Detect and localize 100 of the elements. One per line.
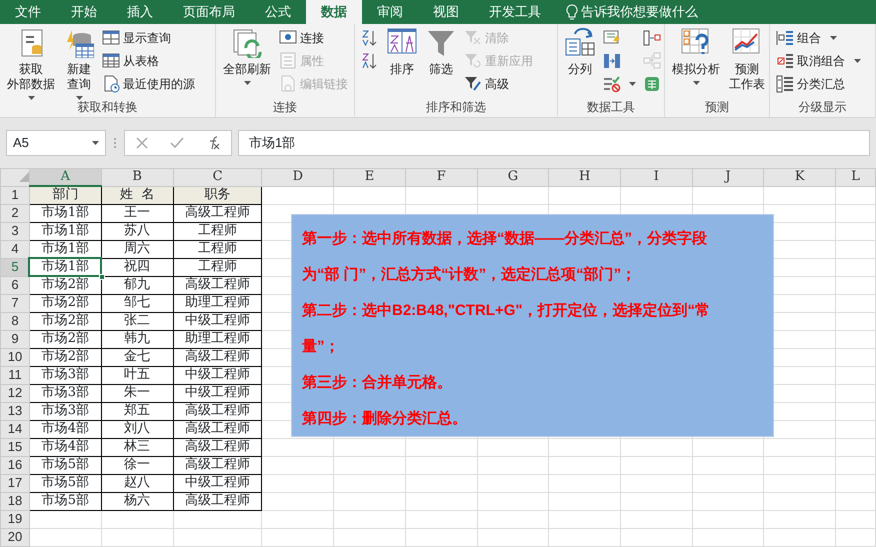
group-icon <box>776 28 794 46</box>
table-cell: 市场2部 <box>29 276 102 294</box>
row-header[interactable]: 4 <box>0 240 30 258</box>
ribbon-button[interactable]: 预测 工作表 <box>726 26 768 94</box>
table-cell: 市场2部 <box>29 330 102 348</box>
table-cell: 中级工程师 <box>173 474 262 492</box>
table-cell: 市场5部 <box>29 492 102 510</box>
row-header[interactable]: 5 <box>0 258 30 276</box>
column-header[interactable]: A <box>29 168 102 186</box>
ribbon-tab[interactable]: 审阅 <box>362 0 418 24</box>
ribbon-tab[interactable]: 视图 <box>418 0 474 24</box>
ribbon-tab[interactable]: 插入 <box>112 0 168 24</box>
group-label: 获取和转换 <box>76 99 138 116</box>
ribbon-button[interactable]: 从表格 <box>100 49 197 72</box>
lightbulb-icon <box>566 4 578 20</box>
ribbon-tab[interactable]: 开始 <box>56 0 112 24</box>
column-header[interactable]: E <box>334 168 406 186</box>
ribbon-tab[interactable]: 页面布局 <box>168 0 250 24</box>
ribbon-button[interactable]: 分类汇总 <box>774 72 863 95</box>
row-header[interactable]: 17 <box>0 474 30 492</box>
column-header[interactable]: B <box>101 168 174 186</box>
check-icon <box>170 137 184 149</box>
table-cell: 市场3部 <box>29 384 102 402</box>
row-header[interactable]: 10 <box>0 348 30 366</box>
search-field[interactable]: 告诉我你想要做什么 <box>581 2 698 22</box>
row-header[interactable]: 15 <box>0 438 30 456</box>
row-header[interactable]: 9 <box>0 330 30 348</box>
ribbon-button[interactable]: 分列 <box>562 26 598 79</box>
table-cell: 张二 <box>101 312 174 330</box>
ribbon-button[interactable]: 高级 <box>462 72 535 95</box>
instruction-text: 第二步：选中B2:B48,"CTRL+G"，打开定位，选择定位到“常量”； <box>302 301 711 357</box>
ribbon-button[interactable]: 最近使用的源 <box>100 72 197 95</box>
sort-descending-icon <box>361 52 379 70</box>
ribbon-button[interactable]: 模拟分析 <box>669 26 723 87</box>
ribbon-tab[interactable]: 公式 <box>250 0 306 24</box>
table-cell: 中级工程师 <box>173 384 262 402</box>
validation-icon <box>603 74 621 92</box>
ribbon-tab[interactable]: 数据 <box>306 0 362 24</box>
instruction-text: 第一步：选中所有数据，选择“数据——分类汇总”，分类字段为“部 门”，汇总方式“计数”，选定汇总项“部门”； <box>302 229 708 285</box>
table-cell: 市场5部 <box>29 474 102 492</box>
column-header[interactable]: D <box>262 168 334 186</box>
table-icon <box>102 52 120 70</box>
row-header[interactable]: 11 <box>0 366 30 384</box>
column-header[interactable]: H <box>548 168 620 186</box>
ribbon-tab[interactable]: 开发工具 <box>474 0 556 24</box>
name-box[interactable]: A5 <box>6 130 106 156</box>
row-header[interactable]: 16 <box>0 456 30 474</box>
row-header[interactable]: 2 <box>0 204 30 222</box>
group-label: 排序和筛选 <box>425 99 487 116</box>
row-header[interactable]: 18 <box>0 492 30 510</box>
table-cell: 市场3部 <box>29 366 102 384</box>
select-all-icon <box>18 172 29 182</box>
table-cell: 徐一 <box>101 456 174 474</box>
table-cell: 高级工程师 <box>173 402 262 420</box>
table-cell: 金七 <box>101 348 174 366</box>
table-cell: 工程师 <box>173 222 262 240</box>
table-cell: 杨六 <box>101 492 174 510</box>
row-header[interactable]: 12 <box>0 384 30 402</box>
fill-handle[interactable] <box>98 274 105 280</box>
table-cell: 刘八 <box>101 420 174 438</box>
column-header[interactable]: I <box>620 168 692 186</box>
column-header[interactable]: G <box>477 168 549 186</box>
ribbon-button[interactable]: 组合 <box>774 26 863 49</box>
row-header[interactable]: 8 <box>0 312 30 330</box>
table-cell: 高级工程师 <box>173 492 262 510</box>
ribbon-button[interactable]: 筛选 <box>423 26 459 79</box>
table-cell: 高级工程师 <box>173 348 262 366</box>
table-cell: 高级工程师 <box>173 276 262 294</box>
row-header[interactable]: 20 <box>0 528 30 546</box>
column-header[interactable]: C <box>173 168 262 186</box>
column-header[interactable]: F <box>405 168 478 186</box>
row-header[interactable]: 3 <box>0 222 30 240</box>
reapply-filter-icon <box>464 52 482 70</box>
subtotal-icon <box>776 74 794 92</box>
table-cell: 市场4部 <box>29 420 102 438</box>
row-header[interactable]: 6 <box>0 276 30 294</box>
group-label: 数据工具 <box>586 99 636 116</box>
formula-field[interactable]: 市场1部 <box>238 130 870 156</box>
row-header[interactable]: 14 <box>0 420 30 438</box>
ribbon-button[interactable]: 新建 查询 <box>61 26 97 102</box>
ribbon-button[interactable]: 取消组合 <box>774 49 863 72</box>
ribbon-button[interactable]: 获取 外部数据 <box>4 26 58 102</box>
row-header[interactable]: 1 <box>0 186 30 204</box>
row-header[interactable]: 13 <box>0 402 30 420</box>
table-icon <box>102 28 120 46</box>
table-cell: 中级工程师 <box>173 366 262 384</box>
data-model-icon <box>643 74 661 92</box>
row-header[interactable]: 19 <box>0 510 30 528</box>
ribbon-button[interactable]: 全部刷新 <box>220 26 274 87</box>
column-header[interactable]: K <box>764 168 836 186</box>
column-header[interactable]: L <box>836 168 876 186</box>
ribbon-button[interactable]: 显示查询 <box>100 26 197 49</box>
connection-icon <box>279 28 297 46</box>
properties-icon <box>279 52 297 70</box>
ribbon-button[interactable]: 连接 <box>277 26 350 49</box>
row-header[interactable]: 7 <box>0 294 30 312</box>
column-header[interactable]: J <box>692 168 764 186</box>
ribbon-button[interactable]: 排序 <box>384 26 420 79</box>
table-cell: 叶五 <box>101 366 174 384</box>
ribbon-tab[interactable]: 文件 <box>0 0 56 24</box>
